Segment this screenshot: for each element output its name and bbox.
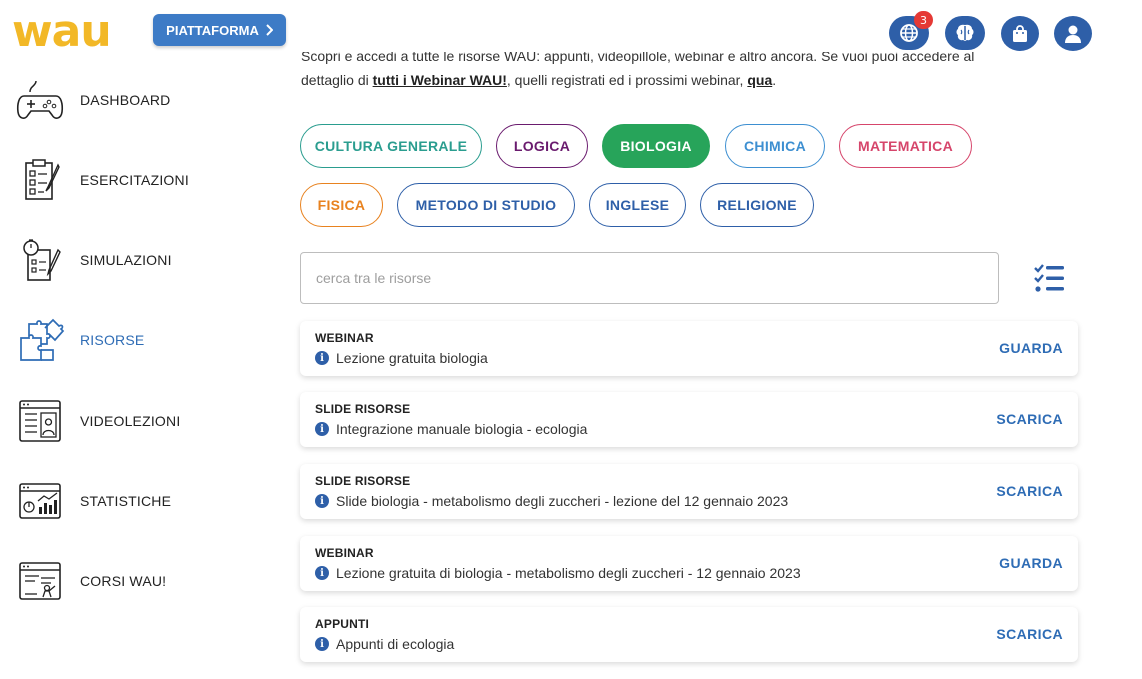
resource-title: Lezione gratuita di biologia - metabolis… <box>336 565 801 581</box>
category-chip-logica[interactable]: LOGICA <box>496 124 588 168</box>
sidebar-item-label: RISORSE <box>80 332 145 348</box>
webinar-link[interactable]: tutti i Webinar WAU! <box>373 72 507 88</box>
platform-button-label: PIATTAFORMA <box>166 22 259 38</box>
category-chip-chimica[interactable]: CHIMICA <box>725 124 825 168</box>
scarica-button[interactable]: SCARICA <box>996 626 1063 642</box>
category-chip-metodo-di-studio[interactable]: METODO DI STUDIO <box>397 183 575 227</box>
resource-card: SLIDE RISORSE i Integrazione manuale biol… <box>300 392 1078 447</box>
resource-type: SLIDE RISORSE <box>315 402 411 416</box>
sidebar-item-label: DASHBOARD <box>80 92 171 108</box>
shopping-bag-icon <box>1013 24 1027 42</box>
resource-title: Appunti di ecologia <box>336 636 455 652</box>
resource-card: WEBINAR i Lezione gratuita biologia GUARD… <box>300 321 1078 376</box>
sidebar-item-statistiche[interactable]: STATISTICHE <box>14 471 274 531</box>
profile-button[interactable] <box>1054 16 1092 51</box>
sidebar-item-dashboard[interactable]: DASHBOARD <box>14 70 274 130</box>
sidebar-item-label: ESERCITAZIONI <box>80 172 189 188</box>
resource-title: Integrazione manuale biologia - ecologia <box>336 421 588 437</box>
sidebar-item-label: STATISTICHE <box>80 493 172 509</box>
intro-text: Scopri e accedi a tutte le risorse WAU: … <box>301 52 1061 92</box>
category-chip-cultura-generale[interactable]: CULTURA GENERALE <box>300 124 482 168</box>
resource-type: APPUNTI <box>315 617 370 631</box>
category-chip-inglese[interactable]: INGLESE <box>589 183 686 227</box>
sidebar-item-corsi-wau[interactable]: CORSI WAU! <box>14 551 274 611</box>
resource-card: APPUNTI i Appunti di ecologia SCARICA <box>300 607 1078 662</box>
info-icon[interactable]: i <box>315 637 329 651</box>
platform-button[interactable]: PIATTAFORMA <box>153 14 286 46</box>
sidebar-item-label: SIMULAZIONI <box>80 252 172 268</box>
info-icon[interactable]: i <box>315 494 329 508</box>
category-chip-matematica[interactable]: MATEMATICA <box>839 124 972 168</box>
resource-card: SLIDE RISORSE i Slide biologia - metaboli… <box>300 464 1078 519</box>
checklist-filter-icon <box>1034 264 1064 292</box>
sidebar-item-esercitazioni[interactable]: ESERCITAZIONI <box>14 150 274 210</box>
info-icon[interactable]: i <box>315 351 329 365</box>
guarda-button[interactable]: GUARDA <box>999 340 1063 356</box>
wau-logo[interactable]: wau <box>12 10 112 54</box>
resource-title: Lezione gratuita biologia <box>336 350 488 366</box>
timer-checklist-icon <box>14 234 66 286</box>
category-chip-religione[interactable]: RELIGIONE <box>700 183 814 227</box>
search-input[interactable] <box>300 252 999 304</box>
sidebar-item-simulazioni[interactable]: SIMULAZIONI <box>14 230 274 290</box>
resource-type: SLIDE RISORSE <box>315 474 411 488</box>
language-button[interactable]: 3 <box>889 11 933 50</box>
info-icon[interactable]: i <box>315 566 329 580</box>
statistics-icon <box>14 475 66 527</box>
info-icon[interactable]: i <box>315 422 329 436</box>
brain-button[interactable] <box>945 16 985 50</box>
resource-card: WEBINAR i Lezione gratuita di biologia - … <box>300 536 1078 591</box>
scarica-button[interactable]: SCARICA <box>996 411 1063 427</box>
notification-badge: 3 <box>914 11 933 29</box>
sidebar-item-label: CORSI WAU! <box>80 573 167 589</box>
gamepad-icon <box>14 74 66 126</box>
category-chip-fisica[interactable]: FISICA <box>300 183 383 227</box>
qua-link[interactable]: qua <box>747 72 772 88</box>
scarica-button[interactable]: SCARICA <box>996 483 1063 499</box>
resource-type: WEBINAR <box>315 546 374 560</box>
resource-type: WEBINAR <box>315 331 374 345</box>
shop-button[interactable] <box>1001 16 1039 51</box>
intro-line-1: Scopri e accedi a tutte le risorse WAU: … <box>301 52 975 64</box>
sidebar-item-videolezioni[interactable]: VIDEOLEZIONI <box>14 391 274 451</box>
intro-line-2: dettaglio di tutti i Webinar WAU!, quell… <box>301 72 777 88</box>
sidebar-item-risorse[interactable]: RISORSE <box>14 310 274 370</box>
category-chip-biologia[interactable]: BIOLOGIA <box>602 124 710 168</box>
course-board-icon <box>14 555 66 607</box>
chevron-right-icon <box>266 24 273 36</box>
sidebar-item-label: VIDEOLEZIONI <box>80 413 181 429</box>
brain-icon <box>956 24 974 41</box>
video-lesson-icon <box>14 395 66 447</box>
filter-list-button[interactable] <box>1032 262 1066 294</box>
checklist-icon <box>14 154 66 206</box>
guarda-button[interactable]: GUARDA <box>999 555 1063 571</box>
puzzle-icon <box>14 314 66 366</box>
user-icon <box>1065 25 1081 43</box>
resource-title: Slide biologia - metabolismo degli zucch… <box>336 493 789 509</box>
